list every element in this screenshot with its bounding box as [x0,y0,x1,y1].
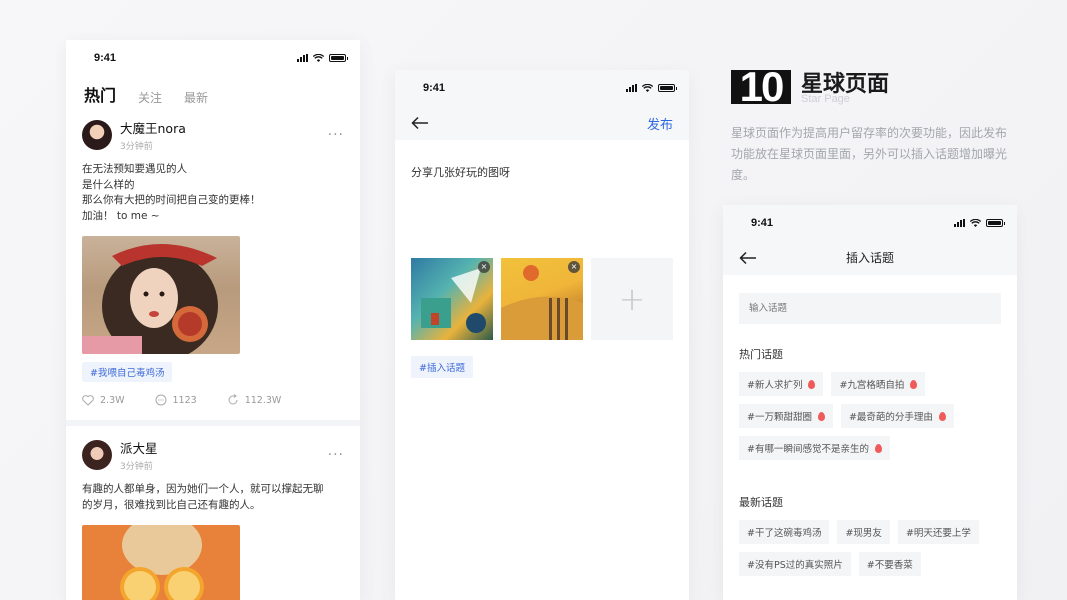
share-icon [228,394,238,405]
chip-label: #九宫格晒自拍 [839,380,905,391]
hot-topic-chip[interactable]: #最奇葩的分手理由 [840,404,954,428]
tab-hot[interactable]: 热门 [84,82,117,106]
topic-tag[interactable]: #我喂自己毒鸡汤 [82,362,173,382]
new-topic-chip[interactable]: #干了这碗毒鸡汤 [739,520,830,544]
signal-icon [626,84,637,92]
post-author[interactable]: 派大星 [120,438,158,457]
post-actions: 2.3W 1123 112.3W [82,394,344,406]
new-topic-chip[interactable]: #不要香菜 [858,552,921,576]
post-text: 在无法预知要遇见的人 是什么样的 那么你有大把的时间把自己变的更棒！ 加油！ t… [82,162,344,224]
tab-latest[interactable]: 最新 [184,89,208,106]
post-time: 3分钟前 [120,462,153,472]
publish-button[interactable]: 发布 [647,114,673,133]
new-topics-list: #干了这碗毒鸡汤 #现男友 #明天还要上学 #没有PS过的真实照片 #不要香菜 [723,520,1017,576]
post-image[interactable] [82,525,240,600]
add-image-button[interactable]: + [591,258,673,340]
back-arrow-icon[interactable] [411,116,429,130]
wifi-icon [313,54,324,62]
new-topic-chip[interactable]: #现男友 [837,520,890,544]
plus-icon: + [618,280,646,318]
topic-search-input[interactable] [739,293,1001,324]
hot-topics-title: 热门话题 [739,348,783,361]
post-line: 那么你有大把的时间把自己变的更棒！ [82,194,261,206]
comment-icon [155,394,167,406]
remove-image-icon[interactable]: × [478,261,490,273]
share-count: 112.3W [244,394,282,406]
fire-icon [910,379,918,389]
fire-icon [808,379,816,389]
post-card: 派大星 3分钟前 ··· 有趣的人都单身，因为她们一个人，就可以撑起无聊 的岁月… [66,438,360,600]
new-topics-title: 最新话题 [739,496,783,509]
battery-icon [986,219,1005,227]
post-content-input[interactable]: 分享几张好玩的图呀 [395,140,689,240]
section-number: 10 [731,70,791,104]
publish-header: 9:41 发布 [395,70,689,140]
wifi-icon [642,84,653,92]
hot-topics-list: #新人求扩列 #九宫格晒自拍 #一万颗甜甜圈 #最奇葩的分手理由 #有哪一瞬间感… [723,372,1017,460]
status-bar: 9:41 [395,70,689,106]
orange-illustration [120,525,204,600]
post-line: 有趣的人都单身，因为她们一个人，就可以撑起无聊 [82,483,324,495]
image-thumb[interactable]: × [501,258,583,340]
share-button[interactable]: 112.3W [227,394,282,406]
hot-topic-chip[interactable]: #九宫格晒自拍 [831,372,926,396]
chip-label: #有哪一瞬间感觉不是亲生的 [747,444,869,455]
status-time: 9:41 [751,217,774,229]
image-grid: × × + [395,258,689,340]
like-button[interactable]: 2.3W [82,395,125,406]
hot-topic-chip[interactable]: #新人求扩列 [739,372,824,396]
navbar: 发布 [395,106,689,140]
hot-topic-chip[interactable]: #有哪一瞬间感觉不是亲生的 [739,436,890,460]
avatar[interactable] [82,440,112,470]
topic-header: 9:41 插入话题 [723,205,1017,275]
post-author[interactable]: 大魔王nora [120,118,186,137]
section-subtitle: Star Page [801,93,850,105]
post-line: 的岁月，很难找到比自己还有趣的人。 [82,498,261,511]
signal-icon [297,54,308,62]
signal-icon [954,219,965,227]
feed-screen: 9:41 热门 关注 最新 大魔王nora 3分钟前 ··· 在无法预知要遇见的… [66,40,360,600]
publish-screen: 9:41 发布 分享几张好玩的图呀 × × + #插入话题 [395,70,689,600]
post-text: 有趣的人都单身，因为她们一个人，就可以撑起无聊 的岁月，很难找到比自己还有趣的人… [82,482,344,513]
like-count: 2.3W [100,394,125,406]
post-divider [66,420,360,426]
fire-icon [817,411,825,421]
post-image[interactable] [82,236,240,354]
post-card: 大魔王nora 3分钟前 ··· 在无法预知要遇见的人 是什么样的 那么你有大把… [66,118,360,406]
more-icon[interactable]: ··· [328,127,344,143]
more-icon[interactable]: ··· [328,447,344,463]
battery-icon [329,54,348,62]
battery-icon [658,84,677,92]
section-description: 星球页面作为提高用户留存率的次要功能，因此发布功能放在星球页面里面，另外可以插入… [731,126,1008,182]
feed-tabs: 热门 关注 最新 [66,76,360,106]
chip-label: #新人求扩列 [747,380,803,391]
fire-icon [874,443,882,453]
tab-following[interactable]: 关注 [138,89,162,106]
comment-count: 1123 [172,394,197,406]
post-line: 在无法预知要遇见的人 [82,163,187,175]
post-line: 加油！ to me ~ [82,209,160,222]
status-time: 9:41 [94,52,117,64]
chip-label: #一万颗甜甜圈 [747,412,812,423]
girl-illustration [82,243,218,354]
wifi-icon [970,219,981,227]
post-time: 3分钟前 [120,142,153,152]
chip-label: #最奇葩的分手理由 [848,412,933,423]
status-bar: 9:41 [723,205,1017,241]
avatar[interactable] [82,120,112,150]
image-thumb[interactable]: × [411,258,493,340]
comment-button[interactable]: 1123 [155,394,197,406]
fire-icon [938,411,946,421]
status-time: 9:41 [423,82,446,94]
heart-icon [82,394,94,406]
remove-image-icon[interactable]: × [568,261,580,273]
hot-topic-chip[interactable]: #一万颗甜甜圈 [739,404,833,428]
page-title: 插入话题 [845,251,894,265]
insert-topic-screen: 9:41 插入话题 热门话题 #新人求扩列 #九宫格晒自拍 #一万颗甜甜圈 #最… [723,205,1017,600]
post-line: 是什么样的 [82,178,135,191]
status-bar: 9:41 [66,40,360,76]
insert-topic-button[interactable]: #插入话题 [411,356,473,378]
new-topic-chip[interactable]: #明天还要上学 [897,520,979,544]
new-topic-chip[interactable]: #没有PS过的真实照片 [739,552,851,576]
